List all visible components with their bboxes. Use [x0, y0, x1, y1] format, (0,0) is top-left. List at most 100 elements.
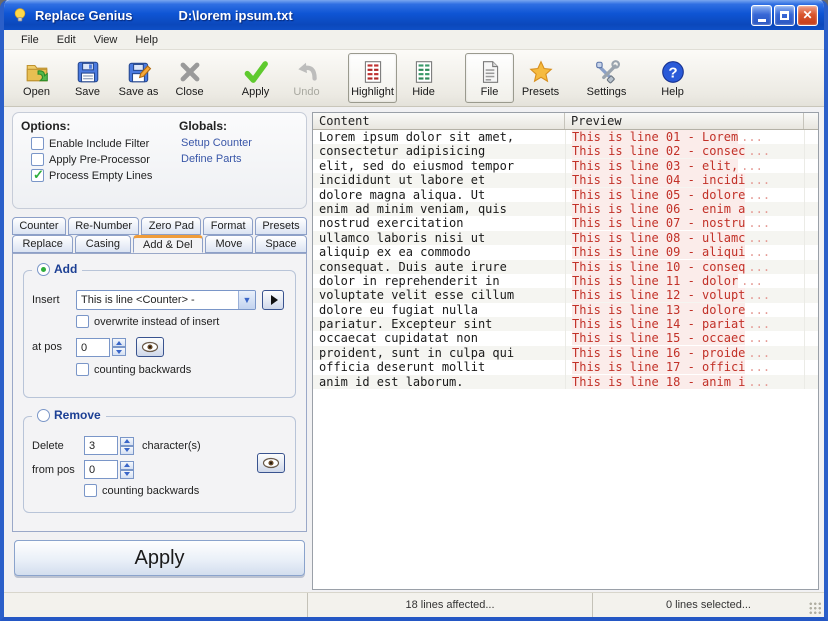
tab-format[interactable]: Format	[203, 217, 253, 235]
table-row[interactable]: occaecat cupidatat non This is line 15 - …	[313, 331, 818, 346]
toolbar-button-open[interactable]: Open	[12, 53, 61, 103]
tab-presets[interactable]: Presets	[254, 217, 307, 235]
tab-add-del[interactable]: Add & Del	[132, 235, 203, 253]
toolbar-button-help[interactable]: ? Help	[648, 53, 697, 103]
tab-counter[interactable]: Counter	[12, 217, 66, 235]
content-cell: consequat. Duis aute irure	[319, 259, 507, 274]
menu-item-edit[interactable]: Edit	[48, 32, 85, 48]
tab-space[interactable]: Space	[254, 235, 308, 253]
resize-grip[interactable]	[809, 602, 822, 615]
tab-zero-pad[interactable]: Zero Pad	[141, 217, 202, 235]
left-panel: Options: Enable Include Filter Apply Pre-…	[4, 107, 310, 592]
tab-move[interactable]: Move	[205, 235, 253, 253]
toolbar-button-close[interactable]: Close	[165, 53, 214, 103]
toolbar-button-saveas[interactable]: Save as	[114, 53, 163, 103]
truncation-ellipsis: ...	[748, 331, 771, 346]
global-link-setup-counter[interactable]: Setup Counter	[181, 137, 298, 149]
preview-text: This is line 04 - incidi	[572, 173, 746, 188]
insert-combobox[interactable]: This is line <Counter> - ▼	[76, 290, 256, 310]
table-row[interactable]: dolore eu fugiat nulla This is line 13 - …	[313, 302, 818, 318]
truncation-ellipsis: ...	[748, 230, 771, 245]
table-row[interactable]: ullamco laboris nisi ut This is line 08 -…	[313, 230, 818, 246]
toolbar-button-apply[interactable]: Apply	[231, 53, 280, 103]
table-row[interactable]: incididunt ut labore et This is line 04 -…	[313, 173, 818, 188]
at-pos-down-icon[interactable]	[112, 347, 126, 356]
table-row[interactable]: officia deserunt mollit This is line 17 -…	[313, 360, 818, 375]
from-pos-up-icon[interactable]	[120, 460, 134, 470]
toolbar-button-hide[interactable]: Hide	[399, 53, 448, 103]
svg-text:?: ?	[668, 64, 677, 81]
add-preview-eye-button[interactable]	[136, 337, 164, 357]
undo-arrow-icon	[294, 59, 320, 85]
preview-text: This is line 07 - nostru	[572, 216, 746, 231]
maximize-button[interactable]	[774, 4, 795, 26]
table-row[interactable]: pariatur. Excepteur sint This is line 14 …	[313, 317, 818, 332]
table-row[interactable]: proident, sunt in culpa qui This is line …	[313, 345, 818, 361]
toolbar-button-save[interactable]: Save	[63, 53, 112, 103]
delete-down-icon[interactable]	[120, 445, 134, 455]
option-checkbox-enable-include-filter[interactable]	[31, 137, 44, 150]
status-bar: 18 lines affected... 0 lines selected...	[4, 592, 824, 617]
toolbar-button-presets[interactable]: Presets	[516, 53, 565, 103]
preview-column-header[interactable]: Preview	[565, 113, 804, 129]
minimize-button[interactable]	[751, 4, 772, 26]
remove-counting-backwards-checkbox[interactable]	[84, 484, 97, 497]
menu-item-file[interactable]: File	[12, 32, 48, 48]
delete-up-icon[interactable]	[120, 436, 134, 446]
apply-main-button[interactable]: Apply	[14, 540, 305, 576]
table-row[interactable]: consectetur adipisicing This is line 02 -…	[313, 144, 818, 159]
from-pos-down-icon[interactable]	[120, 469, 134, 479]
add-counting-backwards-checkbox[interactable]	[76, 363, 89, 376]
menu-item-view[interactable]: View	[85, 32, 127, 48]
table-row[interactable]: Lorem ipsum dolor sit amet, This is line …	[313, 130, 818, 145]
table-row[interactable]: elit, sed do eiusmod tempor This is line …	[313, 158, 818, 174]
table-row[interactable]: dolore magna aliqua. Ut This is line 05 -…	[313, 187, 818, 202]
delete-count-input[interactable]: 3	[84, 436, 118, 455]
table-row[interactable]: dolor in reprehenderit in This is line 11…	[313, 273, 818, 289]
preview-text: This is line 12 - volupt	[572, 288, 746, 303]
option-checkbox-label: Apply Pre-Processor	[49, 153, 150, 166]
table-row[interactable]: anim id est laborum. This is line 18 - an…	[313, 374, 818, 390]
remove-radio[interactable]	[37, 408, 50, 422]
close-window-button[interactable]: ✕	[797, 4, 818, 26]
toolbar-button-label: File	[480, 85, 499, 98]
global-link-define-parts[interactable]: Define Parts	[181, 153, 298, 165]
option-checkbox-apply-pre-processor[interactable]	[31, 153, 44, 166]
remove-preview-eye-button[interactable]	[257, 453, 285, 473]
at-pos-input[interactable]: 0	[76, 337, 110, 357]
table-row[interactable]: nostrud exercitation This is line 07 - no…	[313, 216, 818, 231]
overwrite-label: overwrite instead of insert	[94, 315, 220, 328]
preview-cell: This is line 06 - enim a...	[565, 201, 804, 217]
preview-text: This is line 01 - Lorem	[572, 130, 739, 144]
tab-re-number[interactable]: Re-Number	[67, 217, 140, 235]
from-pos-input[interactable]: 0	[84, 460, 118, 479]
remove-group: Remove Delete 3 character(s) from pos 0 …	[23, 408, 296, 513]
preview-text: This is line 15 - occaec	[572, 331, 746, 346]
add-radio[interactable]	[37, 262, 50, 276]
overwrite-checkbox[interactable]	[76, 315, 89, 328]
table-row[interactable]: voluptate velit esse cillum This is line …	[313, 288, 818, 303]
table-row[interactable]: consequat. Duis aute irure This is line 1…	[313, 259, 818, 274]
table-row[interactable]: enim ad minim veniam, quis This is line 0…	[313, 201, 818, 217]
at-pos-up-icon[interactable]	[112, 338, 126, 347]
app-title: Replace Genius	[35, 7, 133, 23]
remove-counting-backwards-label: counting backwards	[102, 484, 200, 497]
option-checkbox-process-empty-lines[interactable]	[31, 167, 44, 183]
content-cell: pariatur. Excepteur sint	[319, 317, 493, 332]
toolbar-button-settings[interactable]: Settings	[582, 53, 631, 103]
table-row[interactable]: aliquip ex ea commodo This is line 09 - a…	[313, 245, 818, 260]
preview-cell: This is line 03 - elit,...	[565, 158, 804, 174]
toolbar-button-file[interactable]: File	[465, 53, 514, 103]
tab-replace[interactable]: Replace	[12, 235, 74, 253]
preview-text: This is line 03 - elit,	[572, 158, 739, 173]
toolbar-button-highlight[interactable]: Highlight	[348, 53, 397, 103]
combo-dropdown-icon[interactable]: ▼	[238, 291, 255, 309]
truncation-ellipsis: ...	[748, 216, 771, 231]
insert-menu-button[interactable]	[262, 290, 284, 310]
tab-casing[interactable]: Casing	[75, 235, 131, 253]
content-column-header[interactable]: Content	[313, 113, 565, 129]
preview-text: This is line 10 - conseq	[572, 259, 746, 274]
extra-cell	[804, 130, 818, 145]
tab-row-2: Replace Casing Add & Del Move Space	[12, 235, 308, 253]
menu-item-help[interactable]: Help	[126, 32, 167, 48]
